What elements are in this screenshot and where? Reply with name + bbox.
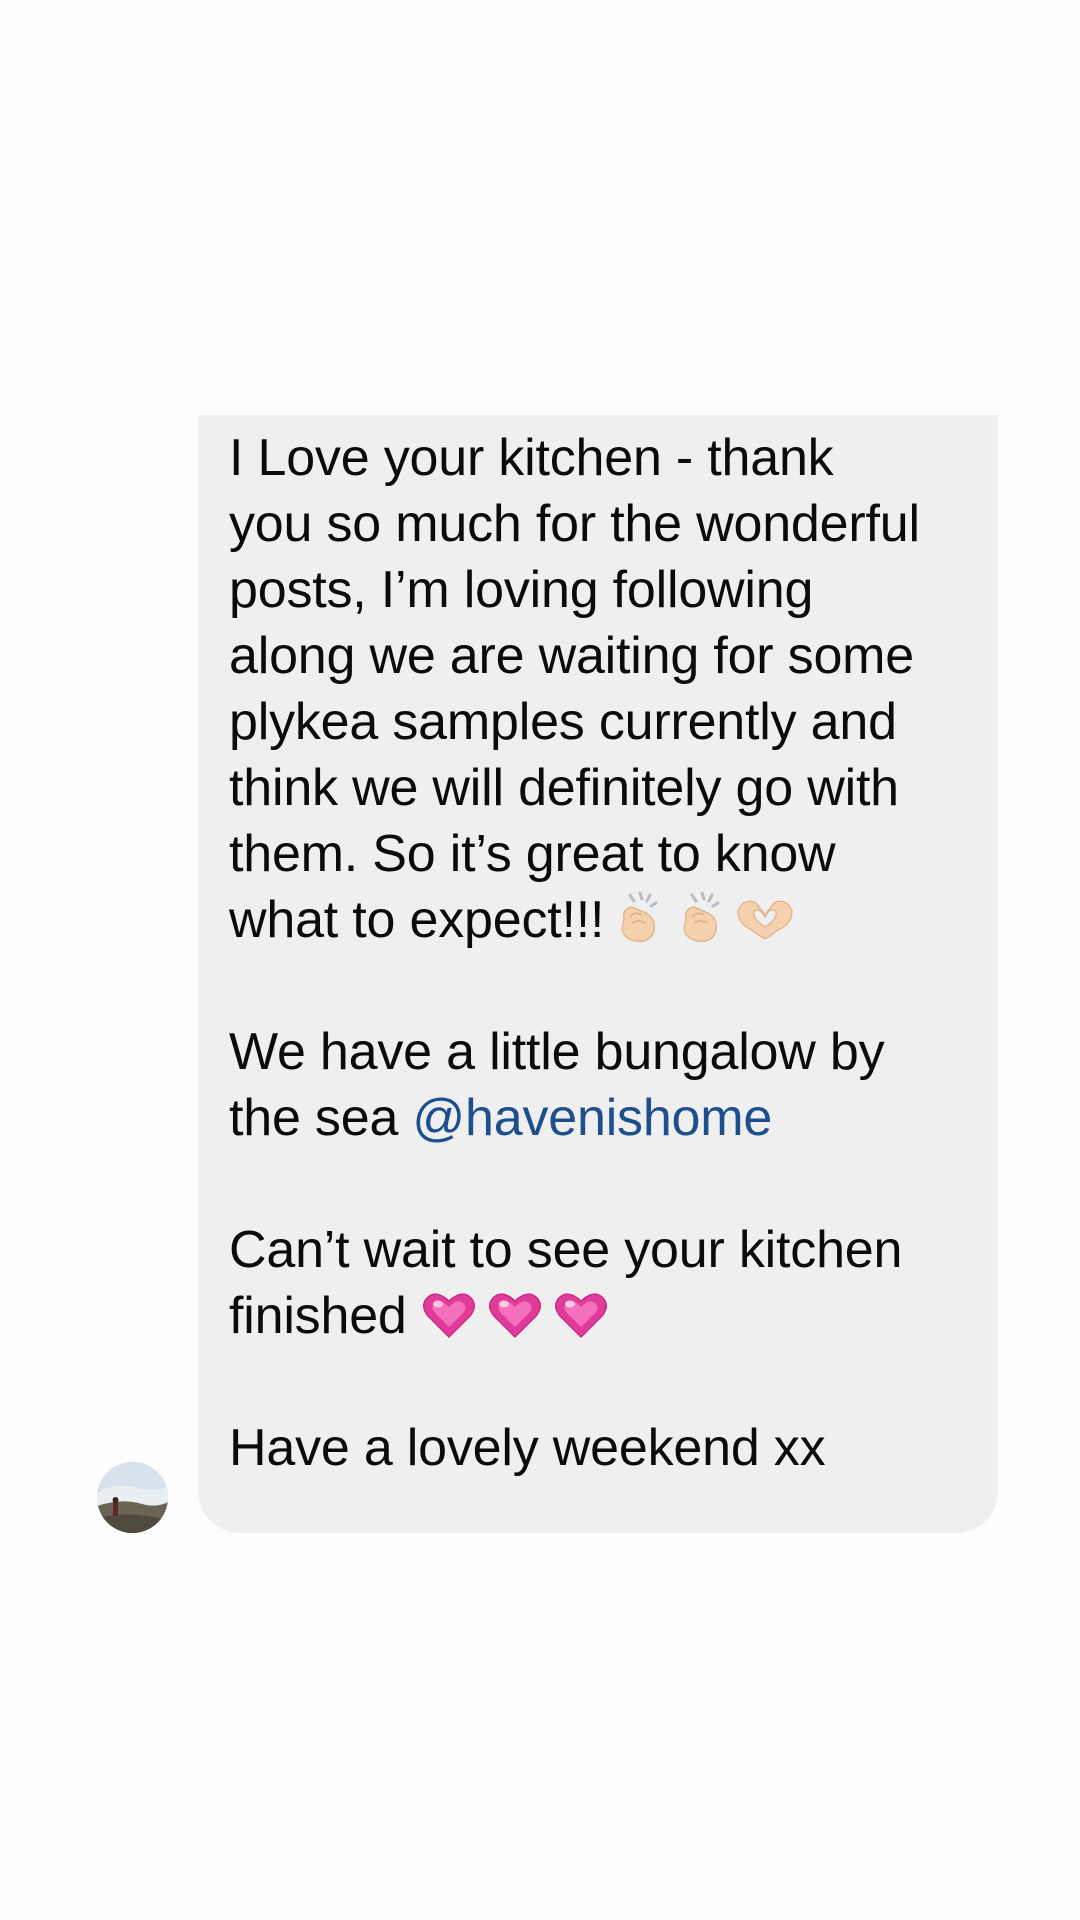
message-text-line-with-emoji: finished: [229, 1283, 968, 1349]
message-text-line: you so much for the wonderful: [229, 495, 920, 553]
pink-heart-icon: [553, 1289, 609, 1341]
message-text-line: think we will definitely go with: [229, 759, 899, 817]
message-paragraph-1: I Love your kitchen - thank you so much …: [229, 425, 968, 953]
clapping-hands-icon: [672, 889, 728, 945]
message-text-line: them. So it’s great to know: [229, 825, 836, 883]
pink-heart-icon: [487, 1289, 543, 1341]
pink-heart-icon: [421, 1289, 477, 1341]
message-paragraph-2: We have a little bungalow by the sea @ha…: [229, 1019, 968, 1151]
message-text-line: posts, I’m loving following: [229, 561, 814, 619]
message-text-line: Have a lovely weekend xx: [229, 1419, 826, 1477]
avatar-photo-icon: [97, 1462, 168, 1533]
mention-link[interactable]: @havenishome: [412, 1089, 772, 1147]
message-text: what to expect!!!: [229, 891, 605, 949]
message-text: the sea: [229, 1089, 413, 1147]
message-text-line-with-mention: the sea @havenishome: [229, 1085, 968, 1151]
message-text-line: along we are waiting for some: [229, 627, 915, 685]
message-text-line: We have a little bungalow by: [229, 1023, 885, 1081]
received-message-bubble[interactable]: I Love your kitchen - thank you so much …: [198, 415, 998, 1533]
message-text-line: plykea samples currently and: [229, 693, 897, 751]
message-text-line: I Love your kitchen - thank: [229, 429, 834, 487]
message-text: finished: [229, 1287, 407, 1345]
heart-hands-icon: [734, 889, 796, 945]
message-text-line: Can’t wait to see your kitchen: [229, 1221, 903, 1279]
sender-avatar[interactable]: [97, 1462, 168, 1533]
message-paragraph-3: Can’t wait to see your kitchen finished: [229, 1217, 968, 1349]
message-text-line-with-emoji: what to expect!!!: [229, 887, 968, 953]
message-paragraph-4: Have a lovely weekend xx: [229, 1415, 968, 1481]
clapping-hands-icon: [610, 889, 666, 945]
